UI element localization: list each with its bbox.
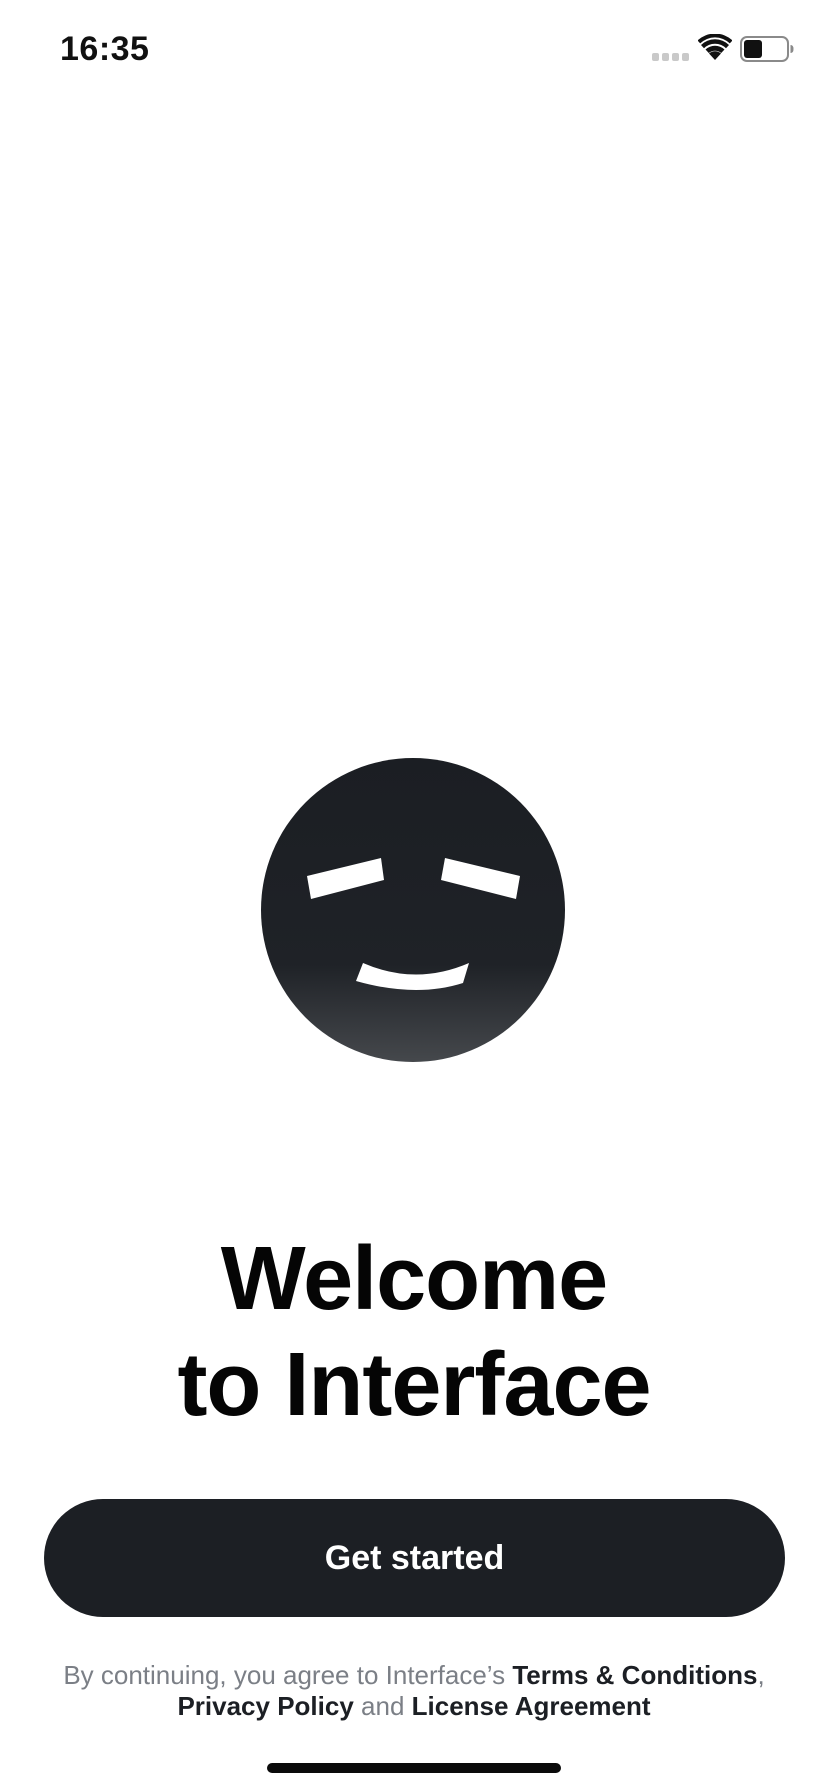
legal-separator-comma: , [757,1660,765,1690]
title-line-1: Welcome [220,1229,609,1329]
terms-link[interactable]: Terms & Conditions [512,1660,757,1690]
status-bar: 16:35 [0,0,828,100]
legal-separator-and: and [353,1691,412,1721]
get-started-button[interactable]: Get started [44,1499,785,1617]
battery-icon [740,36,794,62]
title-line-2: to Interface [177,1335,651,1435]
home-indicator[interactable] [267,1763,561,1773]
legal-prefix: By continuing, you agree to Interface’s [63,1660,513,1690]
status-time: 16:35 [60,30,150,68]
smiling-face-icon [261,758,565,1062]
cellular-signal-icon [652,53,689,61]
license-agreement-link[interactable]: License Agreement [412,1691,651,1721]
privacy-policy-link[interactable]: Privacy Policy [177,1691,353,1721]
wifi-icon [698,34,732,60]
legal-text: By continuing, you agree to Interface’s … [60,1660,768,1722]
welcome-title: Welcome to Interface [0,1226,828,1438]
